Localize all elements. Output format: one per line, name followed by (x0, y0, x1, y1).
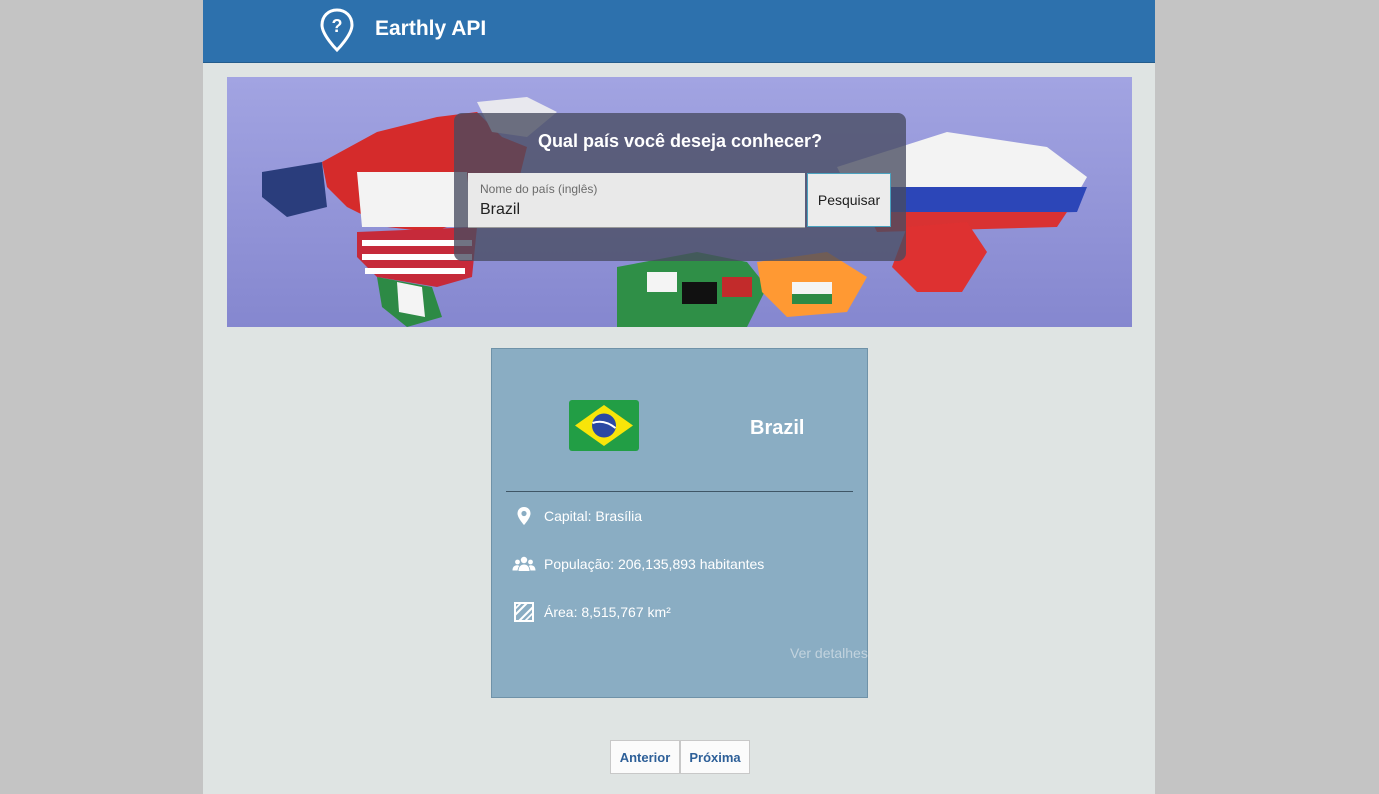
population-text: População: 206,135,893 habitantes (544, 556, 765, 572)
country-card: Brazil Capital: Brasília População: 206,… (491, 348, 868, 698)
country-name: Brazil (750, 417, 805, 439)
people-group-icon (512, 556, 536, 571)
hero-banner: Qual país você deseja conhecer? Nome do … (227, 77, 1132, 327)
next-button[interactable]: Próxima (680, 740, 750, 774)
card-divider (506, 491, 853, 492)
country-search-field[interactable]: Nome do país (inglês) (468, 173, 805, 228)
app-title[interactable]: Earthly API (375, 17, 486, 41)
details-link[interactable]: Ver detalhes (790, 643, 870, 663)
country-search-input[interactable] (468, 199, 780, 221)
svg-text:?: ? (332, 16, 343, 36)
map-pin-question-icon[interactable]: ? (319, 7, 355, 53)
location-pin-icon (517, 507, 531, 525)
search-title: Qual país você deseja conhecer? (537, 131, 823, 151)
app-container: ? Earthly API Qual país você deseja conh… (203, 0, 1155, 794)
previous-button[interactable]: Anterior (610, 740, 680, 774)
top-navbar: ? Earthly API (203, 0, 1155, 63)
brazil-flag-icon (569, 400, 639, 451)
area-text: Área: 8,515,767 km² (544, 604, 671, 620)
search-panel: Qual país você deseja conhecer? Nome do … (454, 113, 906, 261)
country-field-label: Nome do país (inglês) (480, 182, 598, 196)
area-hatched-square-icon (514, 602, 534, 622)
capital-text: Capital: Brasília (544, 508, 643, 524)
search-button[interactable]: Pesquisar (807, 173, 891, 227)
